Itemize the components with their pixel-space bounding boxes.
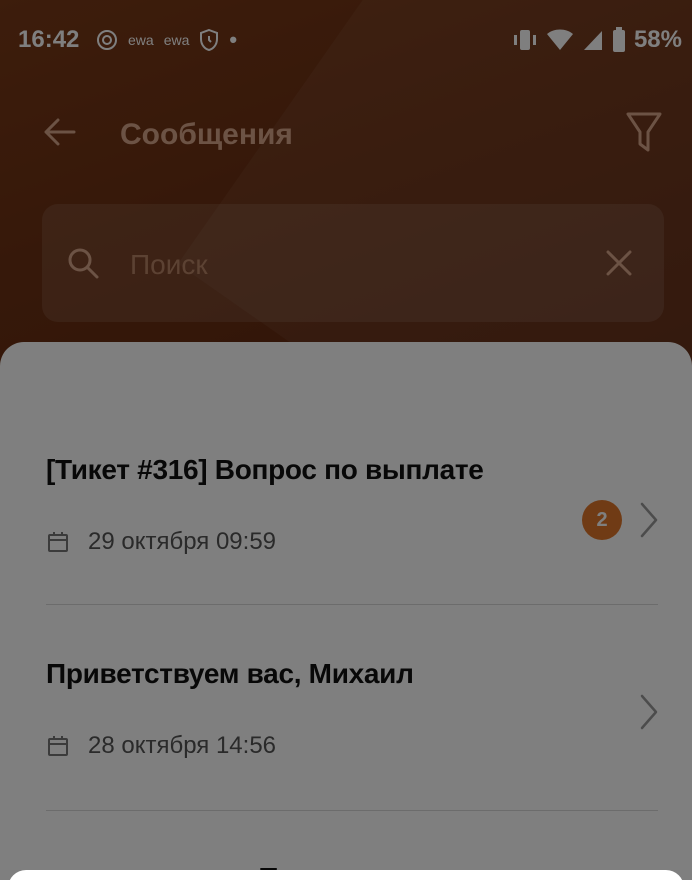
bottom-sheet[interactable] xyxy=(8,870,684,880)
modal-scrim[interactable] xyxy=(0,0,692,880)
app-frame: 16:42 ewa ewa • xyxy=(0,0,692,880)
